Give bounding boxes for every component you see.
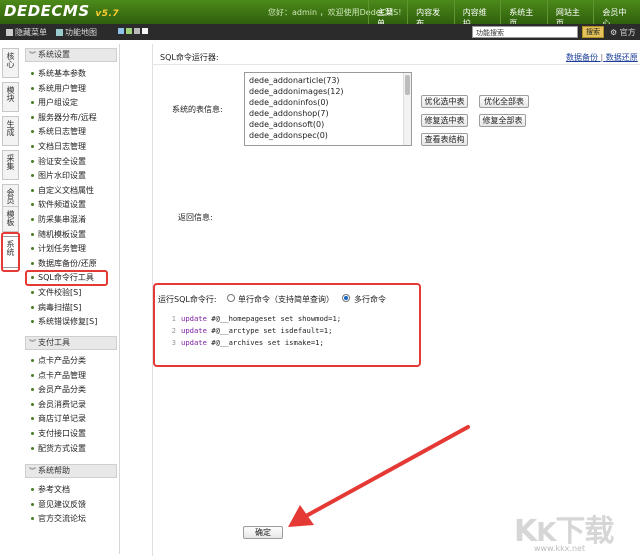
confirm-button[interactable]: 确定 bbox=[243, 526, 283, 539]
watermark-url: www.kkx.net bbox=[534, 544, 586, 553]
arrow-shaft bbox=[304, 425, 470, 518]
red-arrow-annotation bbox=[288, 425, 470, 527]
